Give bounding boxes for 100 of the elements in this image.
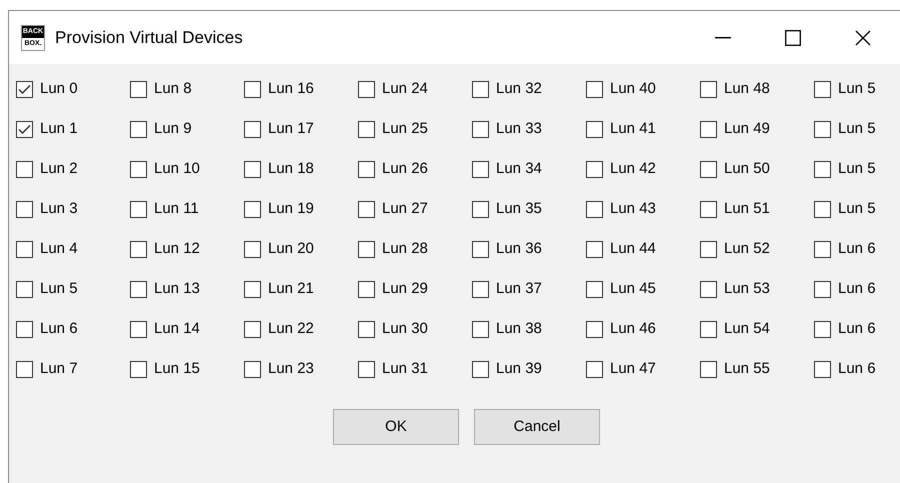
checkbox-label: Lun 22	[268, 318, 314, 339]
checkbox[interactable]	[244, 200, 261, 218]
checkbox-label: Lun 48	[724, 78, 770, 99]
checkbox[interactable]	[358, 240, 375, 258]
checkbox[interactable]	[358, 320, 375, 338]
checkbox[interactable]	[130, 240, 147, 258]
ok-button[interactable]: OK	[333, 409, 459, 445]
checkbox[interactable]	[472, 80, 489, 98]
checkbox[interactable]	[700, 240, 717, 258]
checkbox[interactable]	[130, 200, 147, 218]
checkbox[interactable]	[358, 80, 375, 98]
checkbox-label: Lun 40	[610, 78, 656, 99]
checkbox-label: Lun 14	[154, 318, 200, 339]
checkbox[interactable]	[814, 200, 831, 218]
checkbox-label: Lun 17	[268, 118, 314, 139]
checkbox[interactable]	[130, 280, 147, 298]
checkbox[interactable]	[358, 120, 375, 138]
checkbox-label: Lun 31	[382, 358, 428, 379]
checkbox[interactable]	[700, 200, 717, 218]
checkbox-label: Lun 1	[40, 118, 78, 139]
checkbox[interactable]	[700, 280, 717, 298]
checkbox[interactable]	[814, 80, 831, 98]
checkbox[interactable]	[472, 240, 489, 258]
checkbox[interactable]	[586, 240, 603, 258]
checkbox[interactable]	[586, 320, 603, 338]
checkbox[interactable]	[16, 80, 33, 98]
checkbox-label: Lun 28	[382, 238, 428, 259]
checkbox[interactable]	[700, 160, 717, 178]
checkbox[interactable]	[700, 360, 717, 378]
checkbox[interactable]	[16, 240, 33, 258]
checkbox[interactable]	[130, 360, 147, 378]
checkbox[interactable]	[472, 280, 489, 298]
checkbox-label: Lun 10	[154, 158, 200, 179]
checkbox-label: Lun 12	[154, 238, 200, 259]
checkbox[interactable]	[472, 120, 489, 138]
checkbox-label: Lun 7	[40, 358, 78, 379]
checkbox[interactable]	[16, 200, 33, 218]
checkbox-label: Lun 45	[610, 278, 656, 299]
checkbox[interactable]	[814, 280, 831, 298]
checkbox[interactable]	[130, 120, 147, 138]
checkbox[interactable]	[16, 320, 33, 338]
checkbox[interactable]	[814, 320, 831, 338]
checkbox[interactable]	[358, 160, 375, 178]
checkbox-label: Lun 6	[838, 278, 876, 299]
checkbox-label: Lun 0	[40, 78, 78, 99]
checkbox[interactable]	[130, 80, 147, 98]
checkbox[interactable]	[358, 280, 375, 298]
checkbox-label: Lun 29	[382, 278, 428, 299]
checkbox[interactable]	[586, 200, 603, 218]
checkbox-label: Lun 5	[838, 118, 876, 139]
checkbox[interactable]	[586, 360, 603, 378]
checkbox-label: Lun 5	[838, 78, 876, 99]
checkbox[interactable]	[472, 200, 489, 218]
checkbox-label: Lun 3	[40, 198, 78, 219]
checkbox[interactable]	[358, 200, 375, 218]
checkbox[interactable]	[244, 160, 261, 178]
checkbox[interactable]	[16, 280, 33, 298]
checkbox[interactable]	[472, 320, 489, 338]
checkbox[interactable]	[244, 240, 261, 258]
checkbox[interactable]	[586, 160, 603, 178]
checkbox[interactable]	[130, 320, 147, 338]
checkbox[interactable]	[358, 360, 375, 378]
checkbox[interactable]	[16, 360, 33, 378]
checkbox[interactable]	[586, 120, 603, 138]
cancel-button[interactable]: Cancel	[474, 409, 600, 445]
checkbox[interactable]	[244, 320, 261, 338]
checkbox-label: Lun 52	[724, 238, 770, 259]
checkbox-label: Lun 13	[154, 278, 200, 299]
checkbox-label: Lun 6	[40, 318, 78, 339]
checkbox[interactable]	[16, 120, 33, 138]
checkbox[interactable]	[586, 80, 603, 98]
checkbox[interactable]	[586, 280, 603, 298]
checkbox[interactable]	[472, 160, 489, 178]
checkbox[interactable]	[16, 160, 33, 178]
checkbox[interactable]	[244, 280, 261, 298]
checkbox-label: Lun 11	[154, 198, 199, 219]
checkbox-label: Lun 35	[496, 198, 542, 219]
checkbox-label: Lun 8	[154, 78, 192, 99]
checkbox[interactable]	[244, 80, 261, 98]
checkbox-label: Lun 51	[724, 198, 770, 219]
checkbox-label: Lun 6	[838, 238, 876, 259]
checkbox[interactable]	[814, 240, 831, 258]
checkbox[interactable]	[700, 120, 717, 138]
checkbox-label: Lun 39	[496, 358, 542, 379]
checkbox[interactable]	[814, 160, 831, 178]
checkbox-label: Lun 30	[382, 318, 428, 339]
checkbox[interactable]	[700, 80, 717, 98]
checkbox[interactable]	[130, 160, 147, 178]
checkbox[interactable]	[244, 120, 261, 138]
checkbox[interactable]	[814, 120, 831, 138]
checkbox[interactable]	[814, 360, 831, 378]
maximize-icon	[785, 30, 801, 46]
checkbox[interactable]	[700, 320, 717, 338]
checkbox[interactable]	[244, 360, 261, 378]
checkbox-label: Lun 26	[382, 158, 428, 179]
checkbox[interactable]	[472, 360, 489, 378]
checkbox-label: Lun 21	[268, 278, 314, 299]
checkbox-label: Lun 18	[268, 158, 314, 179]
checkbox-label: Lun 50	[724, 158, 770, 179]
checkbox-label: Lun 36	[496, 238, 542, 259]
